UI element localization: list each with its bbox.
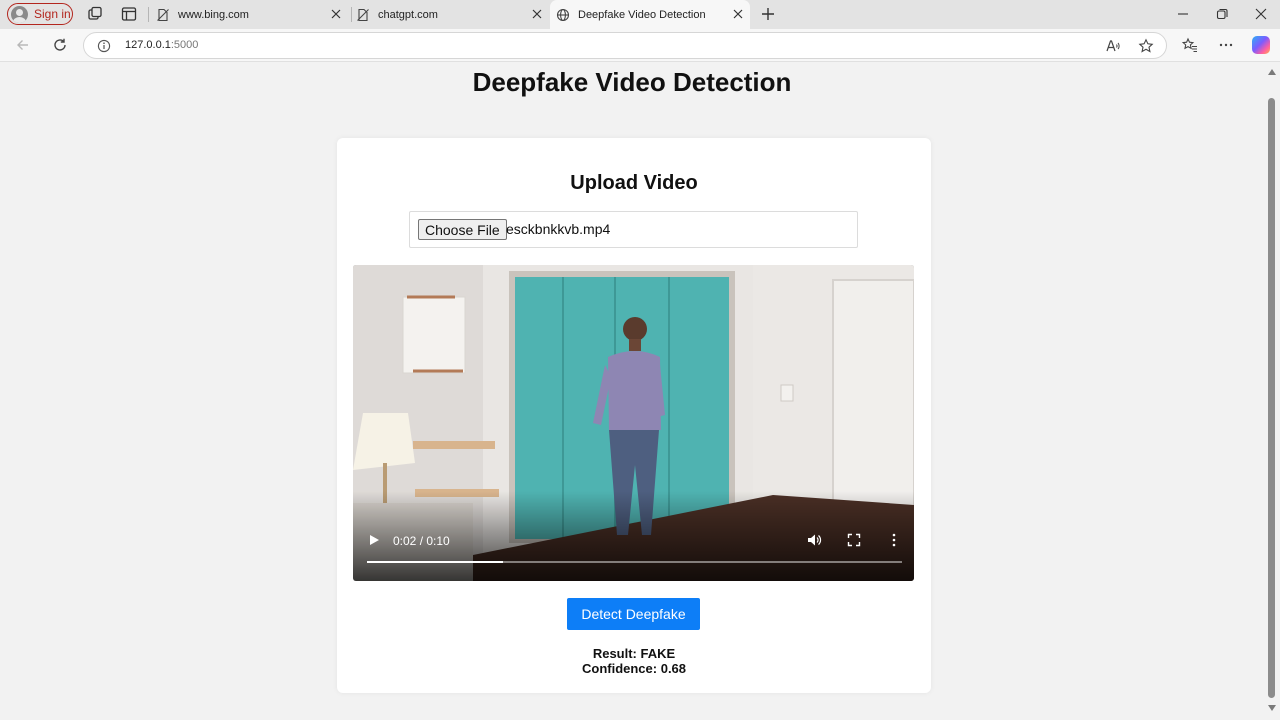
workspaces-icon[interactable]: [86, 5, 104, 23]
url-port: :5000: [170, 39, 199, 51]
close-icon[interactable]: [531, 8, 543, 20]
favorite-icon[interactable]: [1138, 38, 1154, 54]
page-viewport: Deepfake Video Detection Upload Video Ch…: [0, 63, 1264, 720]
read-aloud-icon[interactable]: [1105, 38, 1121, 54]
scroll-down-icon[interactable]: [1268, 705, 1276, 711]
page-icon: [357, 8, 369, 21]
detect-deepfake-button[interactable]: Detect Deepfake: [567, 598, 700, 630]
play-icon[interactable]: [367, 533, 381, 547]
upload-heading: Upload Video: [570, 172, 698, 194]
info-icon[interactable]: [97, 39, 111, 53]
result-label: Result: FAKE: [592, 646, 676, 661]
refresh-icon[interactable]: [52, 37, 68, 53]
sign-in-button[interactable]: Sign in: [7, 3, 73, 25]
page-scrollbar[interactable]: [1264, 63, 1280, 720]
more-icon[interactable]: [1218, 37, 1234, 53]
fullscreen-icon[interactable]: [846, 532, 862, 548]
scroll-up-icon[interactable]: [1268, 69, 1276, 75]
page-icon: [157, 8, 169, 21]
favorites-icon[interactable]: [1182, 37, 1198, 53]
confidence-label: Confidence: 0.68: [581, 661, 687, 676]
tab-separator: [148, 7, 149, 22]
back-icon[interactable]: [15, 37, 31, 53]
restore-icon[interactable]: [1215, 7, 1229, 21]
minimize-icon[interactable]: [1176, 7, 1190, 21]
url-text: 127.0.0.1:5000: [125, 39, 198, 51]
selected-file-name: esckbnkkvb.mp4: [506, 221, 611, 237]
video-player[interactable]: 0:02 / 0:10: [353, 265, 914, 581]
tab-title: chatgpt.com: [378, 8, 438, 21]
sign-in-label: Sign in: [34, 7, 71, 21]
copilot-icon[interactable]: [1252, 36, 1270, 54]
video-progress-track[interactable]: [367, 561, 902, 563]
close-icon[interactable]: [732, 8, 744, 20]
globe-icon: [556, 8, 570, 21]
tab-chatgpt[interactable]: chatgpt.com: [356, 0, 549, 29]
video-progress-fill: [367, 561, 504, 563]
kebab-icon[interactable]: [886, 532, 902, 548]
address-bar[interactable]: 127.0.0.1:5000: [83, 32, 1167, 59]
tab-bing[interactable]: www.bing.com: [156, 0, 348, 29]
tab-deepfake-active[interactable]: Deepfake Video Detection: [550, 0, 750, 29]
result-panel: Result: FAKE Confidence: 0.68: [337, 646, 931, 676]
tab-actions-icon[interactable]: [120, 5, 138, 23]
address-toolbar: 127.0.0.1:5000: [0, 29, 1280, 62]
page-title: Deepfake Video Detection: [472, 67, 792, 97]
window-close-icon[interactable]: [1254, 7, 1268, 21]
video-time: 0:02 / 0:10: [393, 534, 450, 548]
close-icon[interactable]: [330, 8, 342, 20]
profile-icon: [11, 5, 28, 23]
file-input: Choose File esckbnkkvb.mp4: [409, 211, 858, 248]
upload-card: Upload Video Choose File esckbnkkvb.mp4: [337, 138, 931, 693]
tab-title: Deepfake Video Detection: [578, 8, 706, 21]
tab-title: www.bing.com: [178, 8, 249, 21]
tab-strip: Sign in www.bing.com chatgpt.com Deepfak…: [0, 0, 1280, 29]
scrollbar-thumb[interactable]: [1268, 98, 1275, 698]
tab-separator: [351, 7, 352, 22]
new-tab-icon[interactable]: [759, 5, 777, 23]
url-host: 127.0.0.1: [125, 39, 171, 51]
volume-icon[interactable]: [806, 532, 822, 548]
choose-file-button[interactable]: Choose File: [418, 219, 507, 240]
